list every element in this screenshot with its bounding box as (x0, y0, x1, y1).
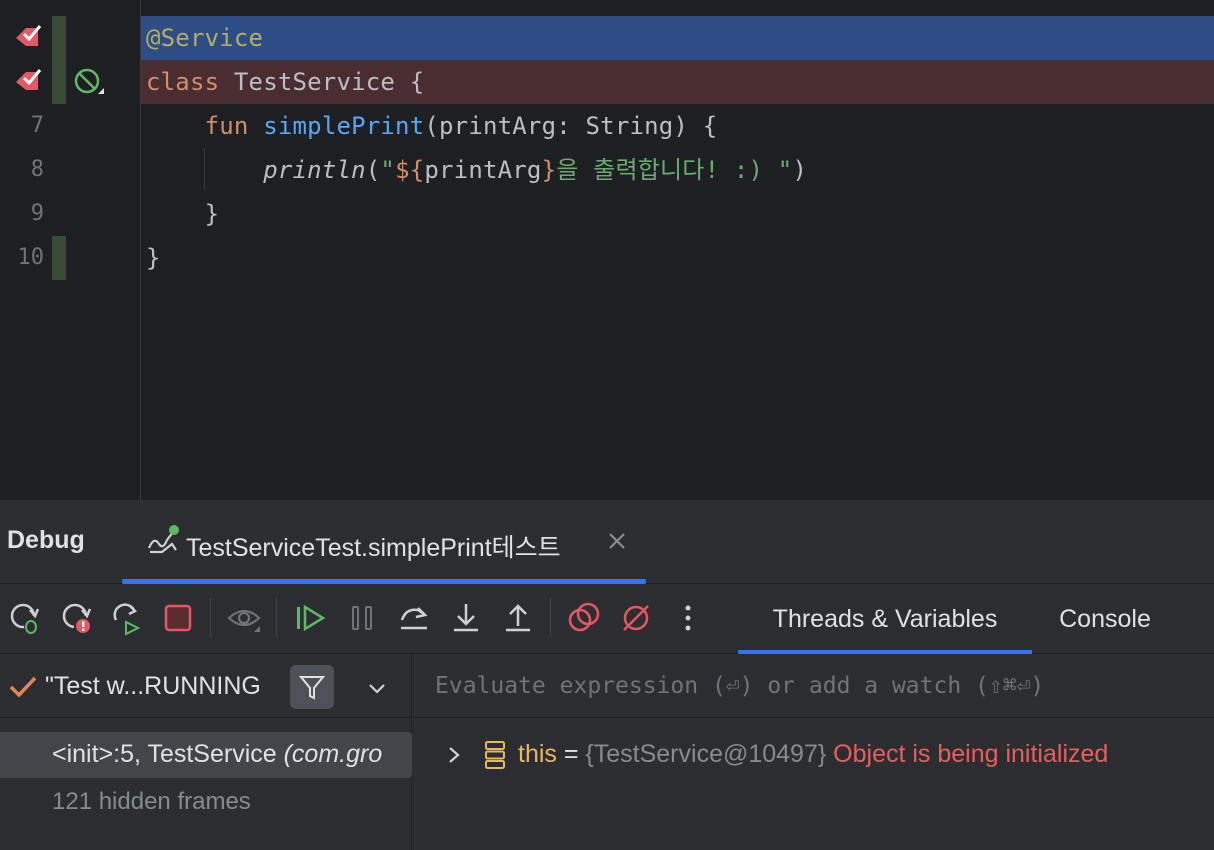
debug-toolbar: Threads & Variables Console (0, 584, 1214, 654)
breakpoint-icon[interactable] (12, 24, 44, 54)
toolbar-separator (550, 598, 551, 638)
vcs-change-marker[interactable] (52, 236, 66, 280)
stack-frame[interactable]: <init>:5, TestService (com.gro (0, 732, 412, 778)
code-line[interactable]: 8 println("${printArg}을 출력합니다! :) ") (0, 148, 1214, 192)
line-number: 8 (30, 157, 44, 182)
thread-selector[interactable]: "Test w...RUNNING (0, 654, 412, 718)
rerun-failed-icon[interactable] (58, 600, 94, 636)
chevron-right-icon[interactable] (445, 744, 463, 766)
chevron-down-icon[interactable] (365, 676, 389, 700)
resume-icon[interactable] (292, 600, 328, 636)
code-text: fun simplePrint(printArg: String) { (204, 112, 718, 140)
frames-panel: "Test w...RUNNING <init>:5, TestService … (0, 654, 412, 850)
stop-icon[interactable] (160, 600, 196, 636)
debug-session-tab[interactable]: TestServiceTest.simplePrint테스트 (122, 500, 646, 584)
rerun-icon[interactable] (6, 600, 42, 636)
object-field-icon (485, 741, 505, 769)
test-run-icon (147, 525, 179, 554)
code-text: class TestService { (146, 68, 425, 96)
tab-label: Console (1059, 605, 1151, 633)
current-line-highlight (141, 16, 1214, 60)
hidden-frames-label[interactable]: 121 hidden frames (52, 788, 251, 816)
vcs-change-marker[interactable] (52, 16, 66, 60)
step-out-icon[interactable] (500, 600, 536, 636)
check-icon (9, 676, 37, 698)
close-icon[interactable] (606, 530, 628, 552)
view-icon[interactable] (226, 600, 262, 636)
step-over-icon[interactable] (396, 600, 432, 636)
code-line-partial: · (0, 0, 1214, 16)
code-line[interactable]: 9 } (0, 192, 1214, 236)
line-number: 9 (30, 201, 44, 226)
code-text: @Service (146, 24, 264, 52)
evaluate-bar (413, 654, 1214, 718)
debug-header: Debug TestServiceTest.simplePrint테스트 (0, 500, 1214, 584)
debug-tool-window: Debug TestServiceTest.simplePrint테스트 Thr… (0, 500, 1214, 850)
code-line[interactable]: 10 } (0, 236, 1214, 280)
code-text: println("${printArg}을 출력합니다! :) ") (263, 156, 808, 184)
frame-label: <init>:5, TestService (com.gro (52, 740, 383, 768)
thread-label: "Test w...RUNNING (45, 672, 261, 700)
code-line[interactable]: class TestService { (0, 60, 1214, 104)
toolbar-separator (276, 598, 277, 638)
variable-row[interactable]: this = {TestService@10497} Object is bei… (413, 732, 1214, 778)
tab-label: Threads & Variables (772, 605, 998, 633)
indent-guide (204, 148, 205, 190)
no-suspend-icon[interactable] (72, 66, 106, 100)
line-number: 7 (30, 113, 44, 138)
code-line[interactable]: 7 fun simplePrint(printArg: String) { (0, 104, 1214, 148)
filter-button[interactable] (290, 665, 334, 709)
code-text: } (146, 244, 161, 272)
tab-threads-variables[interactable]: Threads & Variables (738, 584, 1032, 654)
pause-icon[interactable] (344, 600, 380, 636)
step-into-icon[interactable] (448, 600, 484, 636)
code-line[interactable]: @Service (0, 16, 1214, 60)
filter-icon (299, 676, 325, 700)
variables-panel: this = {TestService@10497} Object is bei… (413, 654, 1214, 850)
code-editor[interactable]: · @Service class TestService { 7 fun sim… (0, 0, 1214, 500)
variable-text: this = {TestService@10497} Object is bei… (518, 740, 1109, 768)
restart-icon[interactable] (108, 600, 144, 636)
evaluate-expression-input[interactable] (435, 668, 1195, 704)
session-tab-label: TestServiceTest.simplePrint테스트 (186, 534, 561, 562)
mute-breakpoints-icon[interactable] (618, 600, 654, 636)
breakpoint-icon[interactable] (12, 68, 44, 98)
line-number: · (0, 0, 44, 16)
debug-title: Debug (7, 526, 85, 554)
line-number: 10 (17, 245, 45, 270)
vcs-change-marker[interactable] (52, 60, 66, 104)
code-text: } (204, 200, 220, 228)
view-breakpoints-icon[interactable] (566, 600, 602, 636)
toolbar-separator (210, 598, 211, 638)
more-icon[interactable] (670, 600, 706, 636)
tab-console[interactable]: Console (1040, 584, 1170, 654)
